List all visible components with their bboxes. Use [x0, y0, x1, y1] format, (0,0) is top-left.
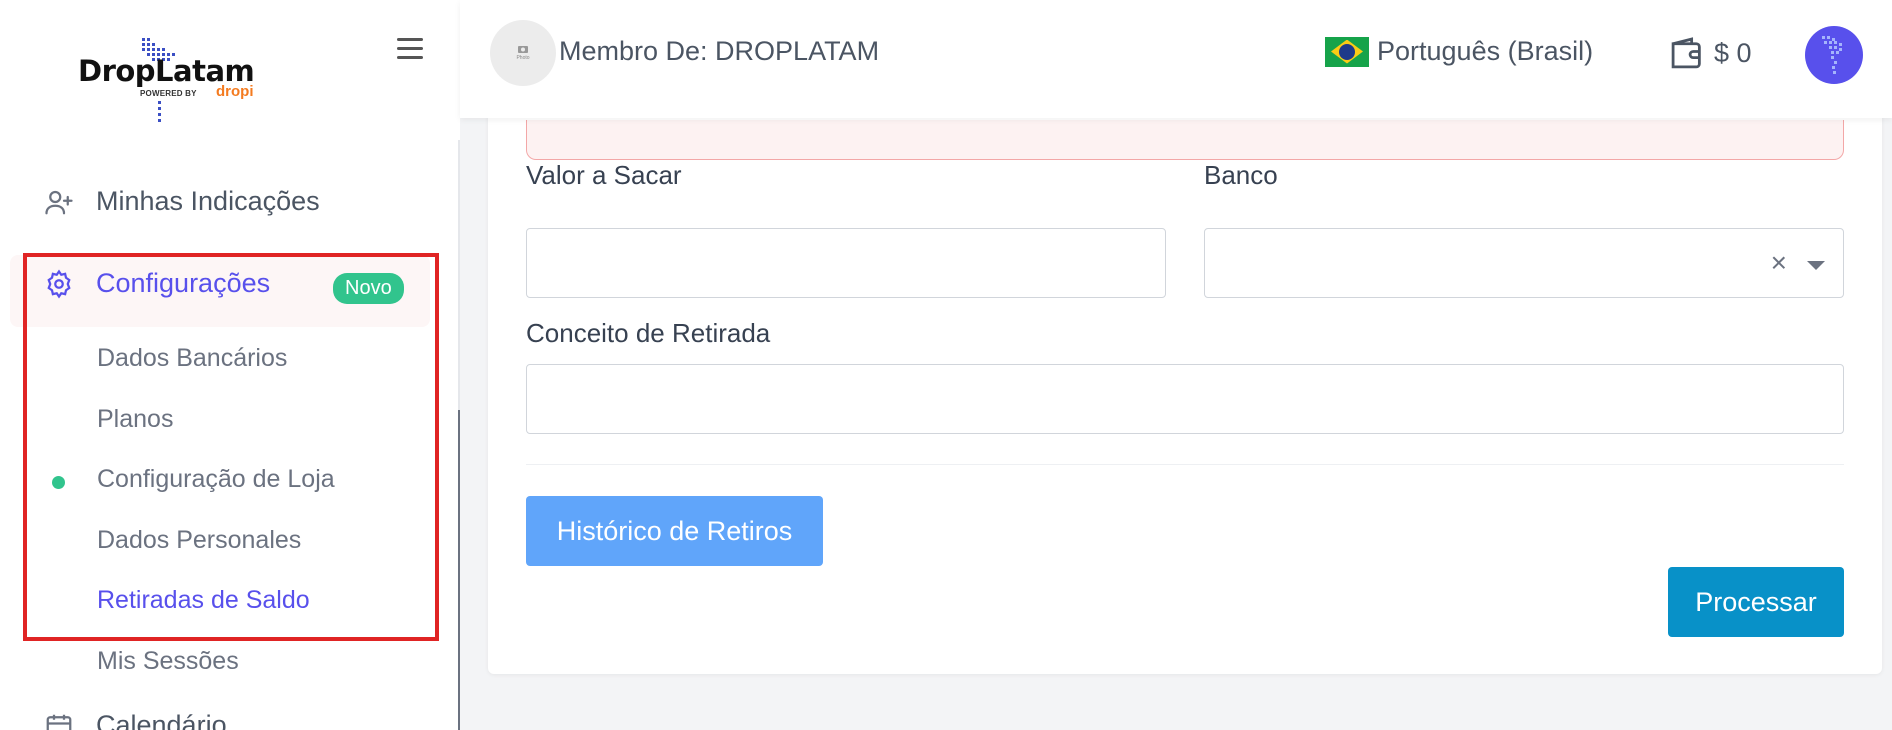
menu-toggle-icon[interactable] — [397, 38, 427, 64]
brazil-flag-icon — [1325, 36, 1369, 67]
south-america-map-icon — [1822, 36, 1842, 74]
balance-value: $ 0 — [1714, 37, 1752, 68]
member-of-label: Membro De: DROPLATAM — [559, 36, 880, 66]
logo-dotline-graphic — [158, 101, 161, 122]
droplatam-logo[interactable]: DropLatam POWERED BY dropi — [78, 36, 268, 122]
banco-select[interactable]: × — [1204, 228, 1844, 298]
sidebar: DropLatam POWERED BY dropi Minhas Indica… — [0, 0, 460, 730]
company-avatar[interactable]: Photo — [490, 20, 556, 86]
sidebar-item-label: Minhas Indicações — [96, 186, 320, 216]
clear-icon[interactable]: × — [1771, 247, 1787, 279]
historico-de-retiros-button[interactable]: Histórico de Retiros — [526, 496, 823, 566]
language-selector[interactable]: Português (Brasil) — [1325, 36, 1593, 67]
calendar-icon — [44, 711, 74, 730]
wallet-icon — [1668, 36, 1706, 70]
logo-dropi-text: dropi — [216, 83, 254, 100]
sidebar-item-minhas-indicacoes[interactable]: Minhas Indicações — [44, 186, 320, 217]
language-label: Português (Brasil) — [1377, 36, 1594, 66]
conceito-de-retirada-input[interactable] — [526, 364, 1844, 434]
wallet-balance[interactable]: $ 0 — [1668, 36, 1752, 70]
user-plus-icon — [44, 187, 74, 217]
sidebar-subitem-mis-sessoes[interactable]: Mis Sessões — [97, 647, 239, 676]
banco-label: Banco — [1204, 160, 1278, 190]
divider — [526, 464, 1844, 465]
processar-button[interactable]: Processar — [1668, 567, 1844, 637]
sidebar-scrollbar-track — [458, 140, 460, 410]
user-avatar[interactable] — [1805, 26, 1863, 84]
sidebar-scrollbar[interactable] — [458, 410, 460, 730]
alert-box — [526, 120, 1844, 160]
valor-a-sacar-label: Valor a Sacar — [526, 160, 682, 190]
conceito-de-retirada-label: Conceito de Retirada — [526, 318, 771, 348]
chevron-down-icon[interactable] — [1807, 261, 1825, 270]
sidebar-item-label: Calendário — [96, 710, 227, 730]
sidebar-item-calendario[interactable]: Calendário — [44, 710, 227, 730]
avatar-placeholder-text: Photo — [516, 55, 530, 61]
top-bar: Photo Membro De: DROPLATAM Português (Br… — [460, 0, 1892, 118]
logo-powered-by: POWERED BY — [140, 89, 197, 98]
highlight-box — [23, 253, 439, 641]
withdrawal-form-card: Valor a Sacar Banco × Conceito de Retira… — [488, 60, 1882, 674]
image-icon — [518, 46, 528, 53]
valor-a-sacar-input[interactable] — [526, 228, 1166, 298]
